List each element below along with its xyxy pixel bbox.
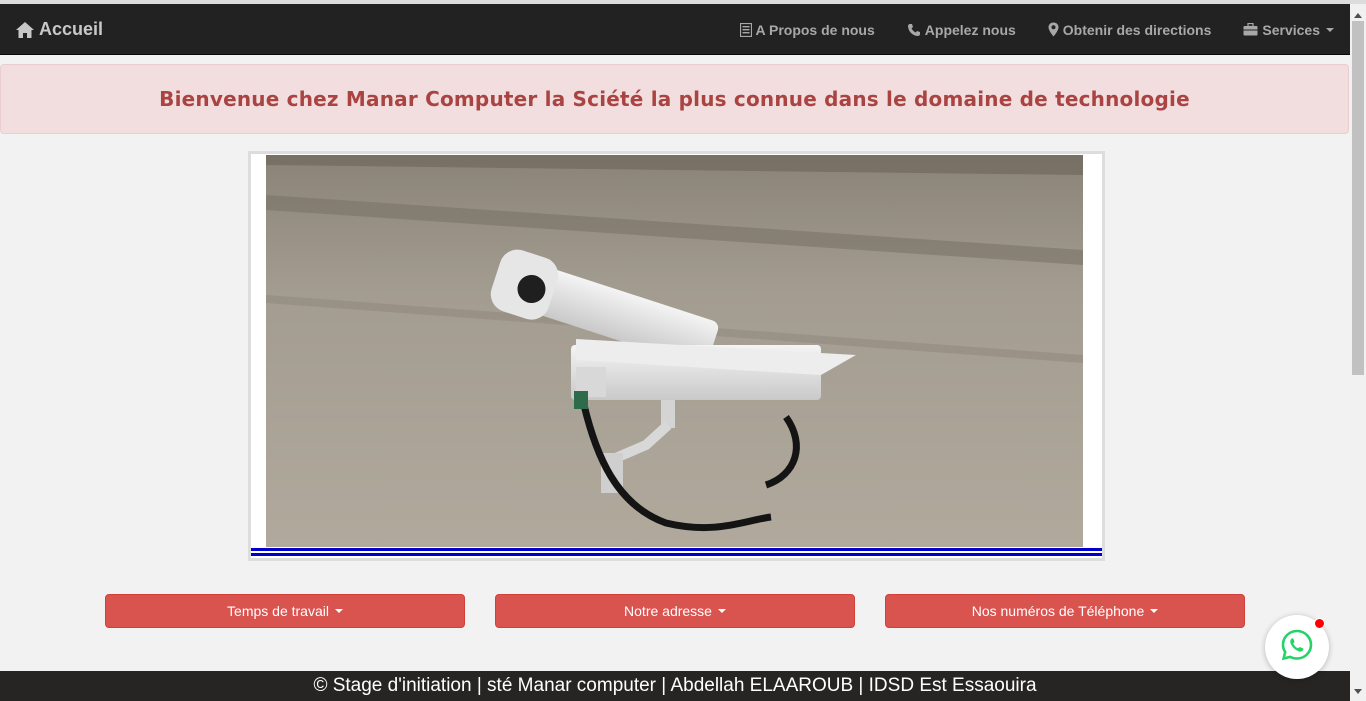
whatsapp-chat-button[interactable] bbox=[1265, 615, 1329, 679]
chevron-down-icon bbox=[1150, 609, 1159, 613]
home-icon bbox=[15, 21, 35, 39]
nav-directions-link[interactable]: Obtenir des directions bbox=[1032, 4, 1228, 55]
scroll-up-arrow-icon[interactable] bbox=[1354, 13, 1362, 18]
address-label: Notre adresse bbox=[624, 603, 712, 619]
carousel-indicator-line bbox=[251, 548, 1102, 551]
briefcase-icon bbox=[1243, 23, 1258, 36]
security-camera-illustration bbox=[266, 155, 1083, 547]
work-hours-label: Temps de travail bbox=[227, 603, 329, 619]
welcome-text: Bienvenue chez Manar Computer la Sciété … bbox=[159, 87, 1190, 111]
navbar: Accueil A Propos de nous Appelez nous Ob… bbox=[0, 4, 1350, 55]
chevron-down-icon bbox=[1326, 27, 1334, 32]
phone-numbers-dropdown-button[interactable]: Nos numéros de Téléphone bbox=[885, 594, 1245, 628]
map-marker-icon bbox=[1048, 22, 1059, 37]
footer: © Stage d'initiation | sté Manar compute… bbox=[0, 671, 1350, 701]
nav-about-link[interactable]: A Propos de nous bbox=[724, 4, 891, 55]
footer-text: © Stage d'initiation | sté Manar compute… bbox=[313, 675, 1037, 696]
nav-directions-label: Obtenir des directions bbox=[1062, 21, 1212, 38]
welcome-alert: Bienvenue chez Manar Computer la Sciété … bbox=[0, 64, 1349, 134]
nav-services-label: Services bbox=[1262, 21, 1320, 38]
work-hours-dropdown-button[interactable]: Temps de travail bbox=[105, 594, 465, 628]
chevron-down-icon bbox=[334, 609, 343, 613]
nav-call-label: Appelez nous bbox=[924, 21, 1016, 38]
brand-label: Accueil bbox=[39, 19, 104, 39]
nav-services-dropdown[interactable]: Services bbox=[1227, 4, 1350, 55]
image-carousel[interactable] bbox=[248, 151, 1105, 561]
nav-about-label: A Propos de nous bbox=[755, 21, 875, 38]
whatsapp-icon bbox=[1280, 628, 1314, 667]
scrollbar-thumb[interactable] bbox=[1352, 21, 1364, 375]
address-dropdown-button[interactable]: Notre adresse bbox=[495, 594, 855, 628]
nav-links: A Propos de nous Appelez nous Obtenir de… bbox=[724, 4, 1351, 55]
home-link[interactable]: Accueil bbox=[15, 4, 103, 55]
page-scrollbar[interactable] bbox=[1350, 4, 1366, 701]
phone-numbers-label: Nos numéros de Téléphone bbox=[971, 603, 1145, 619]
chevron-down-icon bbox=[717, 609, 726, 613]
list-icon bbox=[739, 22, 752, 37]
carousel-indicator-line bbox=[251, 553, 1102, 556]
phone-icon bbox=[907, 23, 921, 37]
nav-call-link[interactable]: Appelez nous bbox=[891, 4, 1032, 55]
carousel-image bbox=[266, 155, 1083, 547]
notification-dot bbox=[1314, 618, 1325, 629]
scroll-down-arrow-icon[interactable] bbox=[1354, 689, 1362, 694]
